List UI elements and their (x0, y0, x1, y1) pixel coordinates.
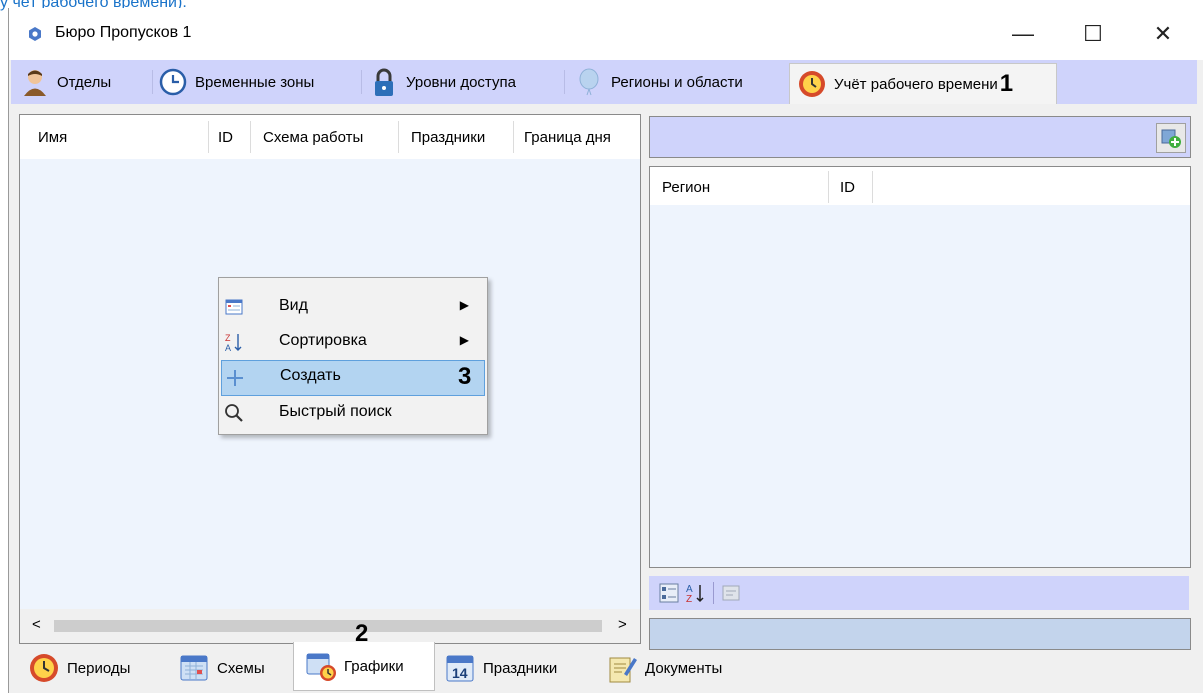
tab-regions[interactable]: Регионы и области (573, 64, 743, 100)
tab-schedules[interactable]: Графики (293, 642, 435, 691)
tab-time-zones[interactable]: Временные зоны (157, 64, 314, 100)
sort-alphabetical-icon[interactable]: AZ (685, 582, 707, 604)
tab-label: Документы (645, 659, 723, 677)
balloon-icon (573, 66, 605, 98)
tab-documents[interactable]: Документы (605, 648, 722, 688)
menu-item-label: Вид (279, 297, 308, 314)
menu-item-quick-search[interactable]: Быстрый поиск (221, 396, 483, 430)
column-separator (513, 121, 514, 153)
column-header-schema[interactable]: Схема работы (263, 129, 363, 146)
submenu-arrow-icon: ▶ (459, 298, 469, 312)
time-accounting-icon (796, 68, 828, 100)
column-header-name[interactable]: Имя (38, 129, 67, 146)
tab-label: Регионы и области (611, 73, 743, 91)
property-toolbar: AZ (649, 576, 1189, 610)
categorized-view-icon[interactable] (659, 583, 679, 603)
close-button[interactable]: ✕ (1128, 8, 1198, 60)
column-header-id[interactable]: ID (218, 129, 233, 146)
magnifier-icon (223, 402, 245, 424)
toolbar-separator (713, 582, 714, 604)
schedules-icon (304, 649, 338, 683)
grid-header: Имя ID Схема работы Праздники Граница дн… (20, 115, 640, 159)
tab-label: Периоды (67, 659, 131, 677)
clock-icon (157, 66, 189, 98)
bottom-tab-bar: Периоды Схемы Графики 14 Праздники Докум… (19, 642, 1199, 691)
person-icon (19, 66, 51, 98)
tab-periods[interactable]: Периоды (27, 648, 130, 688)
menu-item-create[interactable]: Создать 3 (221, 360, 485, 396)
property-pages-icon[interactable] (721, 583, 741, 603)
scrollbar-thumb[interactable] (54, 620, 602, 632)
menu-item-label: Создать (280, 367, 341, 384)
column-separator (208, 121, 209, 153)
tab-separator (361, 70, 362, 94)
column-separator (872, 171, 873, 203)
minimize-button[interactable]: — (988, 8, 1058, 60)
tab-label: Праздники (483, 659, 558, 677)
submenu-arrow-icon: ▶ (459, 333, 469, 347)
maximize-button[interactable]: ☐ (1058, 8, 1128, 60)
app-window: Бюро Пропусков 1 — ☐ ✕ Отделы Временные … (8, 8, 1203, 693)
menu-item-label: Сортировка (279, 332, 367, 349)
callout-number-1: 1 (999, 70, 1014, 97)
tab-holidays[interactable]: 14 Праздники (443, 648, 557, 688)
tab-label: Графики (344, 657, 404, 675)
app-logo-icon (29, 27, 41, 41)
column-header-holidays[interactable]: Праздники (411, 129, 485, 146)
tab-time-accounting[interactable]: Учёт рабочего времени 1 (789, 63, 1057, 104)
callout-number-3: 3 (458, 363, 472, 390)
scroll-right-arrow-icon[interactable]: > (618, 616, 627, 633)
svg-text:Z: Z (686, 594, 692, 604)
scroll-left-arrow-icon[interactable]: < (32, 616, 41, 633)
regions-grid[interactable]: Регион ID (649, 166, 1191, 568)
regions-grid-header: Регион ID (650, 167, 1190, 205)
context-menu: Вид ▶ ZA Сортировка ▶ Создать 3 Быстрый … (218, 277, 488, 435)
documents-icon (605, 651, 639, 685)
plus-icon (224, 367, 246, 389)
regions-panel: Регион ID AZ (649, 116, 1191, 650)
column-separator (250, 121, 251, 153)
menu-item-label: Быстрый поиск (279, 403, 392, 420)
sort-az-icon: ZA (223, 331, 245, 353)
menu-item-sort[interactable]: ZA Сортировка ▶ (221, 325, 483, 359)
svg-text:14: 14 (452, 665, 468, 681)
lock-icon (368, 66, 400, 98)
tab-schemes[interactable]: Схемы (177, 648, 265, 688)
calendar-14-icon: 14 (443, 651, 477, 685)
tab-separator (152, 70, 153, 94)
regions-toolbar (649, 116, 1191, 158)
tab-label: Отделы (57, 73, 112, 91)
tab-separator (564, 70, 565, 94)
tab-label: Временные зоны (195, 73, 315, 91)
column-separator (828, 171, 829, 203)
svg-text:A: A (225, 343, 231, 352)
add-region-button[interactable] (1156, 123, 1186, 153)
schemes-icon (177, 651, 211, 685)
tab-departments[interactable]: Отделы (19, 64, 111, 100)
view-icon (223, 296, 245, 318)
periods-icon (27, 651, 61, 685)
window-title: Бюро Пропусков 1 (55, 24, 192, 41)
tab-label: Учёт рабочего времени (834, 75, 998, 93)
svg-text:Z: Z (225, 333, 231, 343)
column-header-region-id[interactable]: ID (840, 179, 855, 196)
title-bar: Бюро Пропусков 1 — ☐ ✕ (9, 8, 1203, 60)
horizontal-scrollbar[interactable]: < > (20, 611, 640, 641)
column-header-day-boundary[interactable]: Граница дня (524, 129, 611, 146)
top-tab-bar: Отделы Временные зоны Уровни доступа Рег… (11, 60, 1197, 104)
menu-item-view[interactable]: Вид ▶ (221, 290, 483, 324)
tab-label: Схемы (217, 659, 265, 677)
column-header-region[interactable]: Регион (662, 179, 710, 196)
tab-access-levels[interactable]: Уровни доступа (368, 64, 516, 100)
tab-label: Уровни доступа (406, 73, 516, 91)
region-add-icon (1161, 129, 1181, 148)
column-separator (398, 121, 399, 153)
